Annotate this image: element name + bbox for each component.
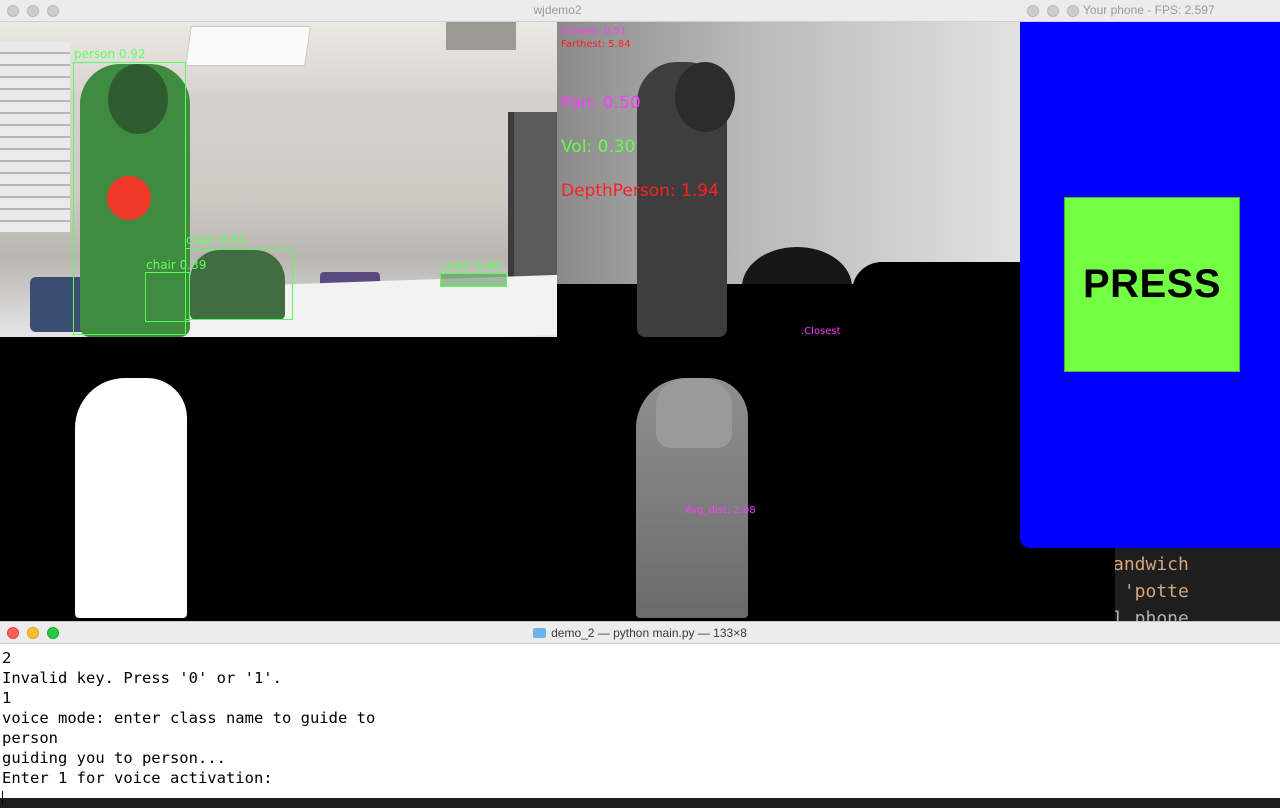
terminal-line: 1 [2,689,12,707]
terminal-line: person [2,729,58,747]
chair-bounding-box [145,272,190,322]
folder-icon [533,628,547,638]
chair-detection-label: chair 0.40 [441,259,502,273]
code-line: 'potte [1113,581,1189,602]
main-demo-window: wjdemo2 person 0.92 chair 0.81 chair 0.3… [0,0,1115,622]
depth-person-head-shape [675,62,735,132]
terminal-line: Enter 1 for voice activation: [2,769,273,787]
camera-view-panel: person 0.92 chair 0.81 chair 0.39 chair … [0,22,557,337]
text-cursor [2,791,3,805]
main-window-title: wjdemo2 [533,3,582,17]
phone-window-title: Your phone - FPS: 2.597 [1083,3,1215,17]
target-marker [107,176,151,220]
terminal-line: voice mode: enter class name to guide to [2,709,376,727]
ceiling-vent [446,22,516,50]
phone-window-titlebar[interactable]: Your phone - FPS: 2.597 [1020,0,1280,22]
masked-depth-head-shape [656,378,732,448]
depth-view-panel: Closest: 0.51 Farthest: 5.84 Pan: 0.50 V… [557,22,1020,337]
main-window-titlebar[interactable]: wjdemo2 [0,0,1115,22]
depth-floor-shape [557,284,1020,337]
window-controls [1027,5,1079,17]
avg-dist-readout: Avg_dist: 2.08 [685,505,756,516]
terminal-title-wrap: demo_2 — python main.py — 133×8 [0,626,1280,640]
chair-bounding-box [440,273,507,287]
chair-detection-label: chair 0.39 [146,258,207,272]
editor-code-peek: andwich 'potte l_phone [1110,540,1280,625]
depth-person-readout: DepthPerson: 1.94 [561,181,719,201]
ceiling-light [185,26,311,66]
pan-readout: Pan: 0.50 [561,93,641,113]
terminal-titlebar[interactable]: demo_2 — python main.py — 133×8 [0,622,1280,644]
zoom-button[interactable] [1067,5,1079,17]
vol-readout: Vol: 0.30 [561,137,636,157]
chair-detection-label: chair 0.81 [186,233,247,247]
closest-readout: Closest: 0.51 [561,26,627,37]
terminal-line: guiding you to person... [2,749,226,767]
minimize-button[interactable] [1047,5,1059,17]
terminal-title: demo_2 — python main.py — 133×8 [551,626,747,640]
close-button[interactable] [1027,5,1039,17]
closest-point-marker: .Closest [801,326,841,337]
press-button[interactable]: PRESS [1064,197,1240,372]
terminal-line: 2 [2,649,12,667]
person-detection-label: person 0.92 [74,47,146,61]
terminal-cursor-line[interactable] [2,788,1280,808]
window-blinds [0,42,70,232]
terminal-output[interactable]: 2 Invalid key. Press '0' or '1'. 1 voice mo… [0,644,1280,808]
code-line: andwich [1113,554,1189,575]
farthest-readout: Farthest: 5.84 [561,39,631,50]
terminal-window: demo_2 — python main.py — 133×8 2 Invalid… [0,621,1280,805]
terminal-line: Invalid key. Press '0' or '1'. [2,669,282,687]
segmentation-mask-head-shape [96,378,172,448]
